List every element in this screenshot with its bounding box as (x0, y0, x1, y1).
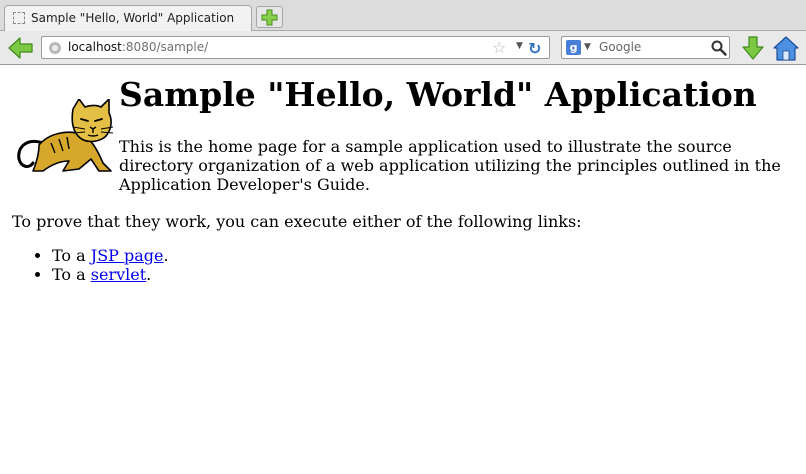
plus-icon (261, 9, 278, 26)
chevron-down-icon[interactable]: ▼ (516, 41, 523, 51)
search-input[interactable]: Google (599, 40, 641, 54)
globe-icon (49, 42, 61, 54)
links-list: To a JSP page. To a servlet. (30, 246, 169, 284)
url-host: localhost (68, 40, 122, 54)
link-prefix: To a (52, 265, 91, 284)
intro-paragraph: This is the home page for a sample appli… (119, 137, 781, 194)
chevron-down-icon[interactable]: ▼ (584, 42, 591, 52)
instructions-text: To prove that they work, you can execute… (12, 212, 582, 231)
link-suffix: . (146, 265, 152, 284)
reload-icon[interactable]: ↻ (528, 39, 541, 58)
url-text[interactable]: localhost:8080/sample/ (68, 40, 208, 54)
blank-page-icon (13, 12, 25, 24)
star-icon[interactable]: ☆ (492, 38, 506, 57)
new-tab-button[interactable] (256, 6, 283, 28)
page-content: Sample "Hello, World" Application This i… (0, 65, 806, 474)
navigation-bar: localhost:8080/sample/ ☆ ▼ ↻ g ▼ Google (0, 31, 806, 65)
browser-tab[interactable]: Sample "Hello, World" Application (4, 5, 252, 31)
link-prefix: To a (52, 246, 91, 265)
tab-bar: Sample "Hello, World" Application (0, 0, 806, 31)
list-item: To a JSP page. (52, 246, 169, 265)
tomcat-icon (17, 99, 114, 172)
jsp-page-link[interactable]: JSP page (91, 246, 164, 265)
servlet-link[interactable]: servlet (91, 265, 146, 284)
page-title: Sample "Hello, World" Application (119, 75, 757, 114)
home-button[interactable] (772, 34, 800, 62)
list-item: To a servlet. (52, 265, 169, 284)
home-icon (773, 36, 799, 61)
downloads-button[interactable] (739, 35, 767, 61)
tab-title: Sample "Hello, World" Application (31, 11, 235, 25)
download-arrow-icon (742, 36, 764, 60)
magnifier-icon[interactable] (710, 39, 728, 57)
back-arrow-icon (8, 37, 33, 59)
back-button[interactable] (6, 35, 36, 61)
address-bar[interactable]: localhost:8080/sample/ ☆ ▼ ↻ (41, 36, 550, 59)
link-suffix: . (163, 246, 169, 265)
url-path: :8080/sample/ (121, 40, 209, 54)
google-icon[interactable]: g (566, 40, 581, 55)
search-bar[interactable]: g ▼ Google (561, 36, 730, 59)
